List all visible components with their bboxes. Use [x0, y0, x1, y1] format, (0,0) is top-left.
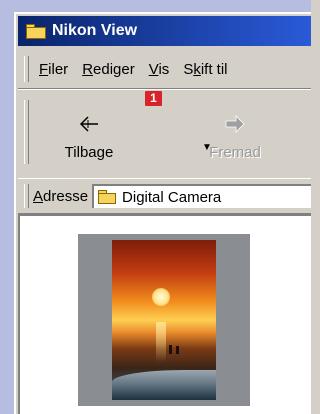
window-title: Nikon View: [52, 22, 138, 39]
navigation-toolbar: 1 Tilbage ▼ Fremad: [18, 89, 311, 179]
menu-filer[interactable]: Filer: [39, 61, 68, 78]
back-arrow-icon: [79, 116, 98, 132]
folder-icon: [26, 23, 46, 39]
address-value: Digital Camera: [122, 188, 222, 206]
app-window: Nikon View Filer Rediger Vis Skift til 1…: [14, 12, 311, 414]
menu-vis[interactable]: Vis: [149, 61, 170, 78]
forward-arrow-icon: [225, 115, 245, 133]
forward-label: Fremad: [209, 144, 261, 161]
title-bar[interactable]: Nikon View: [18, 16, 311, 46]
address-bar: Adresse Digital Camera: [18, 178, 311, 214]
image-thumbnail[interactable]: [78, 234, 250, 406]
content-pane: [18, 214, 311, 414]
callout-badge: 1: [145, 91, 162, 106]
address-folder-icon: [98, 190, 117, 204]
menu-rediger[interactable]: Rediger: [82, 61, 135, 78]
forward-button[interactable]: Fremad: [190, 98, 280, 172]
address-label: Adresse: [33, 187, 89, 205]
back-label: Tilbage: [64, 144, 114, 161]
back-button[interactable]: Tilbage ▼: [44, 98, 212, 172]
menu-bar: Filer Rediger Vis Skift til: [18, 50, 311, 89]
address-field[interactable]: Digital Camera: [92, 184, 311, 208]
menubar-grip[interactable]: [24, 56, 29, 82]
menu-skift-til[interactable]: Skift til: [183, 61, 227, 78]
toolbar-grip[interactable]: [24, 100, 29, 164]
sunset-photo: [112, 240, 216, 400]
sun: [152, 288, 170, 306]
silhouettes: [168, 344, 182, 354]
addressbar-grip[interactable]: [24, 184, 29, 208]
